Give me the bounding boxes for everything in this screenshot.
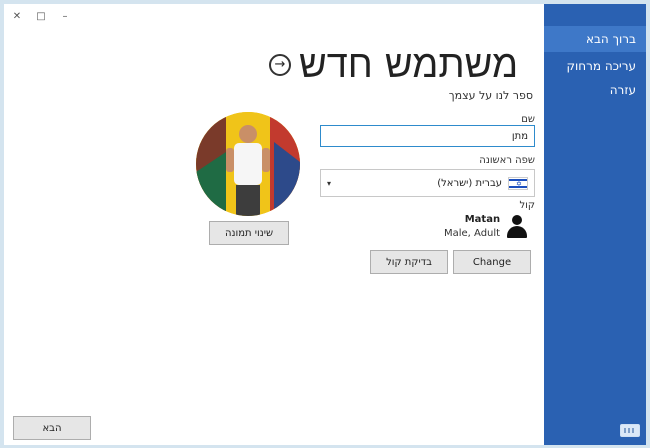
window-controls: ✕ □ –: [10, 9, 72, 23]
language-value: עברית (ישראל): [437, 177, 502, 189]
voice-name: Matan: [464, 214, 501, 225]
page-header: → משתמש חדש: [269, 42, 518, 87]
sidebar-item-welcome[interactable]: ברוך הבא: [544, 26, 646, 52]
keyboard-icon[interactable]: [620, 424, 640, 437]
voice-label: קול: [519, 200, 535, 211]
minimize-icon[interactable]: –: [58, 9, 72, 23]
israel-flag-icon: ✡: [508, 176, 528, 190]
arrow-glyph: →: [274, 57, 286, 72]
change-voice-button[interactable]: Change: [453, 250, 531, 274]
person-icon: [506, 214, 528, 239]
language-label: שפה ראשונה: [479, 155, 535, 166]
name-input[interactable]: [320, 125, 535, 147]
page-title: משתמש חדש: [299, 42, 519, 86]
page-subtitle: ספר לנו על עצמך: [448, 89, 533, 102]
sidebar-item-help[interactable]: עזרה: [544, 80, 646, 100]
test-voice-button[interactable]: בדיקת קול: [370, 250, 448, 274]
app-window: ✕ □ – → משתמש חדש ספר לנו על עצמך שינוי …: [4, 4, 646, 445]
voice-description: Male, Adult: [444, 228, 501, 239]
next-button[interactable]: הבא: [13, 416, 91, 440]
restore-icon[interactable]: □: [34, 9, 48, 23]
close-icon[interactable]: ✕: [10, 9, 24, 23]
change-picture-button[interactable]: שינוי תמונה: [209, 221, 289, 245]
user-avatar: [196, 112, 300, 216]
sidebar-item-remote-edit[interactable]: עריכה מרחוק: [544, 56, 646, 76]
language-select[interactable]: ▾ ✡ עברית (ישראל): [320, 169, 535, 197]
sidebar: ברוך הבא עריכה מרחוק עזרה: [544, 4, 646, 445]
name-label: שם: [521, 114, 535, 125]
voice-info: Matan Male, Adult: [444, 214, 528, 239]
dropdown-arrow-icon: ▾: [327, 178, 332, 188]
back-arrow-icon[interactable]: →: [269, 53, 291, 76]
